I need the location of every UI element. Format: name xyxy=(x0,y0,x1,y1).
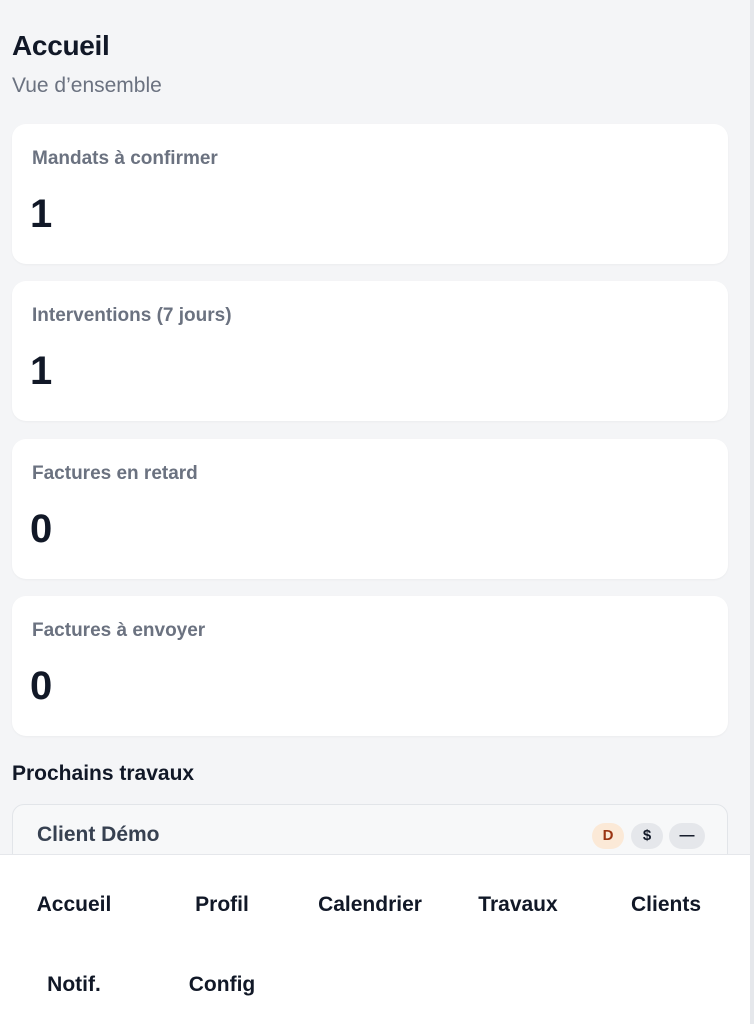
stat-card-overdue-invoices[interactable]: Factures en retard 0 xyxy=(12,439,728,579)
stat-label: Factures en retard xyxy=(32,463,198,484)
job-client-name: Client Démo xyxy=(37,823,160,846)
stat-label: Interventions (7 jours) xyxy=(32,305,232,326)
nav-item-jobs[interactable]: Travaux xyxy=(444,893,592,917)
nav-item-config[interactable]: Config xyxy=(148,973,296,997)
stat-value: 1 xyxy=(30,192,53,236)
home-screen: Accueil Vue d’ensemble Mandats à confirm… xyxy=(0,0,750,1024)
vertical-scrollbar[interactable] xyxy=(750,0,754,1024)
stat-label: Mandats à confirmer xyxy=(32,148,218,169)
stat-value: 0 xyxy=(30,664,53,708)
nav-item-clients[interactable]: Clients xyxy=(592,893,740,917)
nav-item-profile[interactable]: Profil xyxy=(148,893,296,917)
page-title: Accueil xyxy=(12,30,110,61)
stat-value: 0 xyxy=(30,507,53,551)
stat-card-mandates-to-confirm[interactable]: Mandats à confirmer 1 xyxy=(12,124,728,264)
payment-status-badge: $ xyxy=(631,823,663,849)
stat-value: 1 xyxy=(30,349,53,393)
page-subtitle: Vue d’ensemble xyxy=(12,74,162,97)
pending-status-badge: — xyxy=(669,823,705,849)
nav-item-calendar[interactable]: Calendrier xyxy=(296,893,444,917)
stat-card-invoices-to-send[interactable]: Factures à envoyer 0 xyxy=(12,596,728,736)
nav-item-home[interactable]: Accueil xyxy=(0,893,148,917)
deposit-status-badge: D xyxy=(592,823,624,849)
bottom-navigation: Accueil Profil Calendrier Travaux Client… xyxy=(0,854,750,1024)
stat-label: Factures à envoyer xyxy=(32,620,206,641)
nav-item-notifications[interactable]: Notif. xyxy=(0,973,148,997)
stat-card-interventions-7-days[interactable]: Interventions (7 jours) 1 xyxy=(12,281,728,421)
upcoming-jobs-title: Prochains travaux xyxy=(12,762,195,785)
